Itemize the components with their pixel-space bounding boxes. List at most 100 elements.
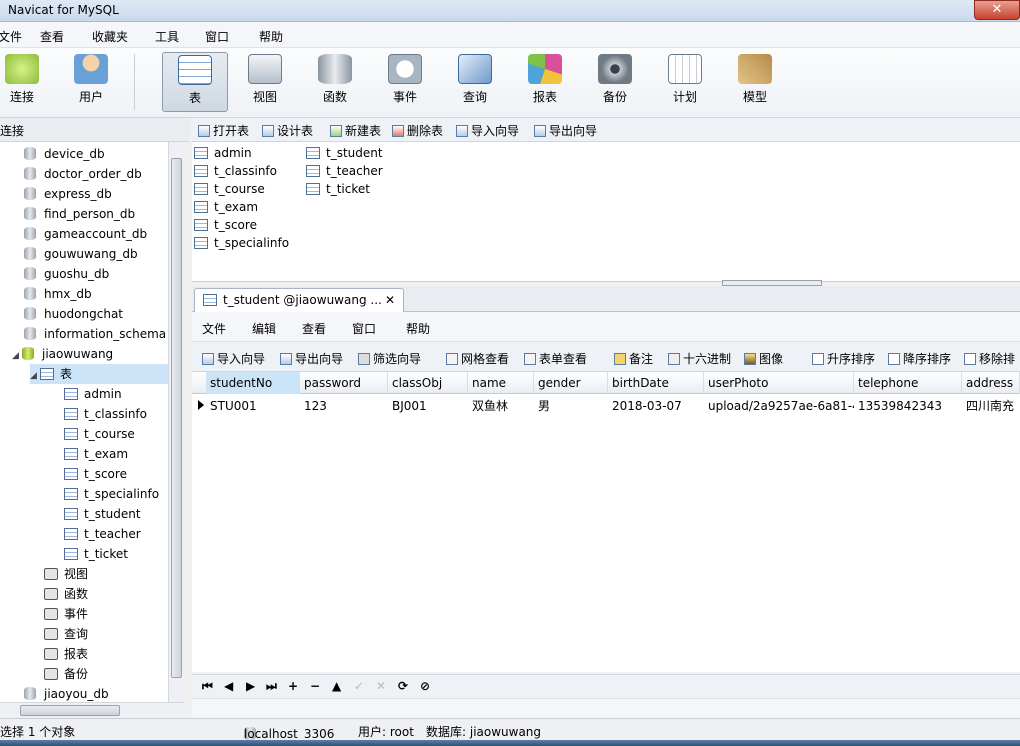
edit-record-icon[interactable]: ▲ [332,679,341,693]
object-table-item[interactable]: t_exam [194,198,258,216]
filter-wizard-button[interactable]: 筛选向导 [358,350,421,367]
grid-cell[interactable]: 四川南充 [962,396,1020,416]
tree-functions-group[interactable]: 函数 [44,584,88,604]
grid-view-button[interactable]: 网格查看 [446,350,509,367]
new-table-button[interactable]: 新建表 [330,122,381,139]
tab-t-student[interactable]: t_student @jiaowuwang ... ✕ [194,288,404,312]
tree-scroll-thumb[interactable] [171,158,182,678]
backup-button[interactable]: 备份 [582,52,648,112]
view-button[interactable]: 视图 [232,52,298,112]
collapse-icon[interactable]: ◢ [12,346,22,366]
tree-events-group[interactable]: 事件 [44,604,88,624]
editor-menu-help[interactable]: 帮助 [406,320,430,337]
tree-tables-group[interactable]: ◢ 表 [30,364,183,386]
column-header[interactable]: telephone [854,372,962,394]
first-record-icon[interactable]: ⏮ [202,679,213,694]
delete-record-icon[interactable]: − [310,679,320,693]
tree-db-item[interactable]: jiaoyou_db [24,684,109,702]
tree-table-item[interactable]: t_student [64,504,141,524]
column-header[interactable]: gender [534,372,608,394]
tree-db-item[interactable]: hmx_db [24,284,92,304]
tree-db-item[interactable]: doctor_order_db [24,164,142,184]
tree-table-item[interactable]: t_specialinfo [64,484,159,504]
export-wizard-button[interactable]: 导出向导 [280,350,343,367]
grid-cell[interactable]: 双鱼林 [468,396,534,416]
object-table-item[interactable]: t_classinfo [194,162,277,180]
query-button[interactable]: 查询 [442,52,508,112]
memo-button[interactable]: 备注 [614,350,653,367]
editor-menu-window[interactable]: 窗口 [352,320,376,337]
menu-view[interactable]: 查看 [40,28,64,45]
connection-button[interactable]: 连接 [0,52,55,112]
user-button[interactable]: 用户 [58,52,124,112]
column-header[interactable]: studentNo [206,372,300,394]
object-table-item[interactable]: t_ticket [306,180,370,198]
tree-views-group[interactable]: 视图 [44,564,88,584]
tree-db-open[interactable]: ◢ jiaowuwang [12,344,113,364]
menu-favorites[interactable]: 收藏夹 [92,28,128,45]
design-table-button[interactable]: 设计表 [262,122,313,139]
tree-scrollbar[interactable] [168,142,184,702]
editor-menu-file[interactable]: 文件 [202,320,226,337]
sort-desc-button[interactable]: 降序排序 [888,350,951,367]
close-tab-icon[interactable]: ✕ [385,289,395,311]
model-button[interactable]: 模型 [722,52,788,112]
tree-db-item[interactable]: gouwuwang_db [24,244,138,264]
object-table-item[interactable]: t_course [194,180,265,198]
menu-file[interactable]: 文件 [0,28,22,45]
tree-db-item[interactable]: device_db [24,144,105,164]
function-button[interactable]: 函数 [302,52,368,112]
column-header[interactable]: name [468,372,534,394]
next-record-icon[interactable]: ▶ [246,679,255,693]
close-window-button[interactable]: ✕ [974,0,1020,20]
editor-menu-view[interactable]: 查看 [302,320,326,337]
grid-cell[interactable]: upload/2a9257ae-6a81-4 [704,396,854,416]
export-wizard-button[interactable]: 导出向导 [534,122,597,139]
tree-table-item[interactable]: t_exam [64,444,128,464]
tree-horizontal-scrollbar[interactable] [0,702,184,718]
object-table-item[interactable]: t_student [306,144,383,162]
open-table-button[interactable]: 打开表 [198,122,249,139]
tree-table-item[interactable]: t_course [64,424,135,444]
grid-cell[interactable]: BJ001 [388,396,468,416]
last-record-icon[interactable]: ⏭ [266,679,277,694]
grid-cell[interactable]: STU001 [206,396,300,416]
tree-table-item[interactable]: t_classinfo [64,404,147,424]
menu-help[interactable]: 帮助 [259,28,283,45]
object-table-item[interactable]: t_specialinfo [194,234,289,252]
event-button[interactable]: 事件 [372,52,438,112]
column-header[interactable]: password [300,372,388,394]
column-header[interactable]: birthDate [608,372,704,394]
discard-changes-icon[interactable]: ✕ [376,679,386,693]
prev-record-icon[interactable]: ◀ [224,679,233,693]
column-header[interactable]: userPhoto [704,372,854,394]
tree-table-item[interactable]: t_teacher [64,524,141,544]
grid-cell[interactable]: 13539842343 [854,396,962,416]
tree-table-item[interactable]: t_score [64,464,127,484]
menu-window[interactable]: 窗口 [205,28,229,45]
sort-asc-button[interactable]: 升序排序 [812,350,875,367]
grid-cell[interactable]: 123 [300,396,388,416]
refresh-icon[interactable]: ⟳ [398,679,408,693]
add-record-icon[interactable]: + [288,679,298,693]
tree-db-item[interactable]: guoshu_db [24,264,109,284]
import-wizard-button[interactable]: 导入向导 [202,350,265,367]
tree-reports-group[interactable]: 报表 [44,644,88,664]
tree-db-item[interactable]: find_person_db [24,204,135,224]
tree-db-item[interactable]: information_schema [24,324,166,344]
grid-cell[interactable]: 2018-03-07 [608,396,704,416]
column-header[interactable]: classObj [388,372,468,394]
tree-db-item[interactable]: huodongchat [24,304,123,324]
editor-menu-edit[interactable]: 编辑 [252,320,276,337]
form-view-button[interactable]: 表单查看 [524,350,587,367]
delete-table-button[interactable]: 删除表 [392,122,443,139]
collapse-icon[interactable]: ◢ [30,366,40,386]
tree-db-item[interactable]: gameaccount_db [24,224,147,244]
apply-changes-icon[interactable]: ✓ [354,679,364,693]
grid-cell[interactable]: 男 [534,396,608,416]
tree-table-item[interactable]: t_ticket [64,544,128,564]
report-button[interactable]: 报表 [512,52,578,112]
remove-sort-button[interactable]: 移除排 [964,350,1015,367]
tree-queries-group[interactable]: 查询 [44,624,88,644]
image-button[interactable]: 图像 [744,350,783,367]
